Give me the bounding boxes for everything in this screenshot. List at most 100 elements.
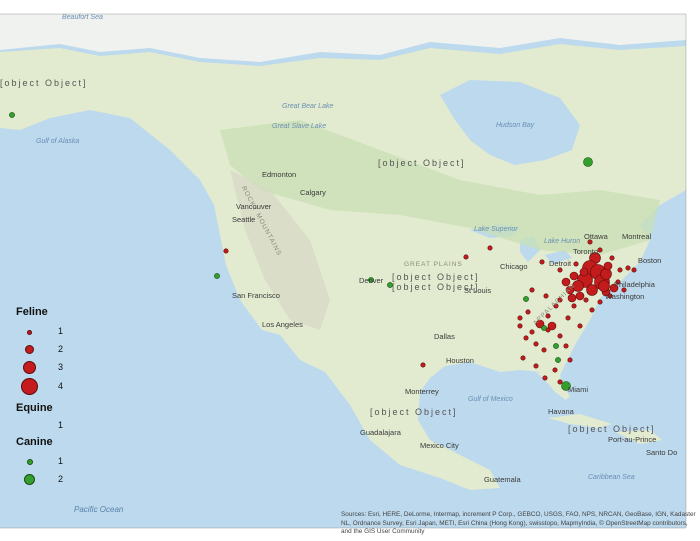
country-label: [object Object]: [392, 272, 480, 282]
feline-symbol-4: [21, 378, 38, 395]
city-label: Miami: [568, 385, 588, 394]
legend-title-canine: Canine: [16, 436, 53, 448]
feline-case-marker[interactable]: [567, 293, 577, 303]
canine-case-marker[interactable]: [555, 357, 561, 363]
feline-case-marker[interactable]: [625, 265, 631, 271]
feline-case-marker[interactable]: [541, 347, 547, 353]
feline-case-marker[interactable]: [603, 261, 613, 271]
feline-case-marker[interactable]: [543, 293, 549, 299]
feline-case-marker[interactable]: [557, 267, 563, 273]
feline-case-marker[interactable]: [571, 303, 577, 309]
legend-value: 1: [58, 420, 64, 430]
feline-case-marker[interactable]: [487, 245, 493, 251]
city-label: Philadelphia: [614, 280, 655, 289]
feline-case-marker[interactable]: [533, 341, 539, 347]
feline-case-marker[interactable]: [589, 307, 595, 313]
city-label: Washington: [605, 292, 645, 301]
feline-case-marker[interactable]: [523, 335, 529, 341]
country-label: [object Object]: [568, 424, 656, 434]
water-label: Hudson Bay: [496, 122, 535, 129]
feline-case-marker[interactable]: [539, 259, 545, 265]
feline-case-marker[interactable]: [583, 297, 589, 303]
canine-case-marker[interactable]: [523, 296, 529, 302]
country-label: [object Object]: [0, 78, 88, 88]
feline-case-marker[interactable]: [565, 315, 571, 321]
feline-case-marker[interactable]: [575, 291, 585, 301]
feline-case-marker[interactable]: [617, 267, 623, 273]
feline-case-marker[interactable]: [567, 357, 573, 363]
water-label: Great Bear Lake: [282, 103, 334, 110]
feline-case-marker[interactable]: [542, 375, 548, 381]
city-label: Houston: [446, 356, 474, 365]
feline-case-marker[interactable]: [463, 254, 469, 260]
feline-case-marker[interactable]: [597, 247, 603, 253]
feline-case-marker[interactable]: [529, 287, 535, 293]
legend-value: 3: [58, 362, 64, 372]
canine-case-marker[interactable]: [541, 325, 547, 331]
water-label: Beaufort Sea: [62, 14, 103, 21]
feline-case-marker[interactable]: [420, 362, 426, 368]
feline-case-marker[interactable]: [573, 261, 579, 267]
city-label: Toronto: [573, 247, 599, 256]
map-attribution: Sources: Esri, HERE, DeLorme, Intermap, …: [341, 511, 696, 535]
legend-title-equine: Equine: [16, 402, 53, 414]
map-view[interactable]: Beaufort Sea [object Object] Gulf of Ala…: [0, 0, 700, 541]
feline-case-marker[interactable]: [577, 323, 583, 329]
canine-case-marker[interactable]: [214, 273, 220, 279]
legend-value: 2: [58, 474, 64, 484]
city-label: St Louis: [464, 286, 492, 295]
city-label: Guadalajara: [360, 428, 401, 437]
city-label: Santo Do: [646, 448, 678, 457]
city-label: Havana: [548, 407, 574, 416]
feline-case-marker[interactable]: [525, 309, 531, 315]
city-label: Los Angeles: [262, 320, 303, 329]
canine-symbol-1: [27, 459, 33, 465]
feline-case-marker[interactable]: [552, 367, 558, 373]
feline-case-marker[interactable]: [600, 268, 612, 280]
city-label: Montreal: [622, 232, 652, 241]
country-label: [object Object]: [378, 158, 466, 168]
feline-case-marker[interactable]: [529, 329, 535, 335]
feline-case-marker[interactable]: [598, 280, 610, 292]
canine-case-marker[interactable]: [583, 157, 593, 167]
legend-value: 4: [58, 381, 64, 391]
city-label: Mexico City: [420, 441, 459, 450]
city-label: San Francisco: [232, 291, 280, 300]
feline-symbol-1: [27, 330, 32, 335]
feline-case-marker[interactable]: [520, 355, 526, 361]
legend-value: 2: [58, 344, 64, 354]
feline-case-marker[interactable]: [579, 267, 589, 277]
water-label: Gulf of Alaska: [36, 138, 80, 145]
feline-case-marker[interactable]: [631, 267, 637, 273]
feline-case-marker[interactable]: [557, 333, 563, 339]
city-label: Vancouver: [236, 202, 272, 211]
feline-case-marker[interactable]: [563, 343, 569, 349]
feline-case-marker[interactable]: [597, 299, 603, 305]
canine-case-marker[interactable]: [9, 112, 15, 118]
city-label: Monterrey: [405, 387, 439, 396]
city-label: Guatemala: [484, 475, 521, 484]
water-label: Lake Huron: [544, 238, 581, 245]
legend-value: 1: [58, 456, 64, 466]
feline-case-marker[interactable]: [517, 315, 523, 321]
city-label: Calgary: [300, 188, 326, 197]
canine-case-marker[interactable]: [553, 343, 559, 349]
feline-case-marker[interactable]: [223, 248, 229, 254]
feline-case-marker[interactable]: [517, 323, 523, 329]
legend-value: 1: [58, 326, 64, 336]
city-label: Boston: [638, 256, 662, 265]
basemap: [0, 13, 687, 529]
city-label: Denver: [359, 276, 384, 285]
terrain-label: GREAT PLAINS: [404, 261, 463, 268]
feline-case-marker[interactable]: [586, 284, 598, 296]
feline-case-marker[interactable]: [557, 379, 563, 385]
feline-case-marker[interactable]: [569, 271, 579, 281]
feline-case-marker[interactable]: [609, 255, 615, 261]
water-label: Great Slave Lake: [272, 123, 327, 130]
water-label: Gulf of Mexico: [468, 396, 513, 403]
feline-case-marker[interactable]: [533, 363, 539, 369]
water-label: Caribbean Sea: [588, 474, 635, 481]
city-label: Chicago: [500, 262, 528, 271]
city-label: Edmonton: [262, 170, 297, 179]
city-label: Dallas: [434, 332, 455, 341]
